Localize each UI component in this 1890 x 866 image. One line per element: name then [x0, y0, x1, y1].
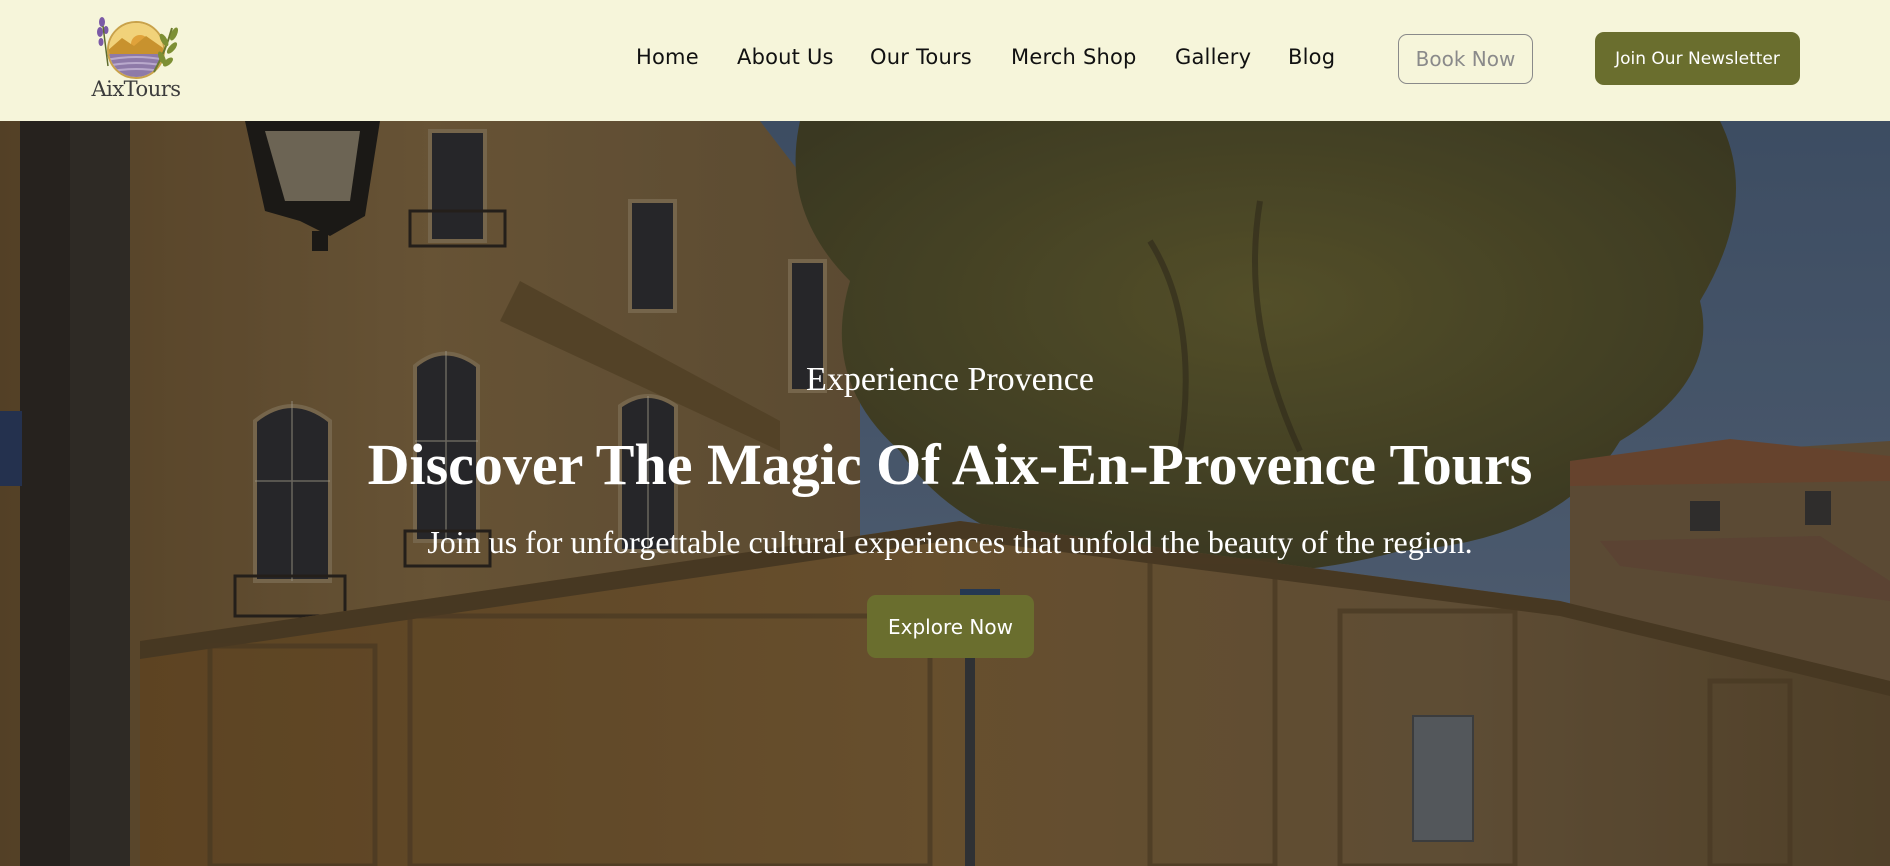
nav-link-home[interactable]: Home: [636, 45, 699, 69]
hero-title: Discover The Magic Of Aix-En-Provence To…: [367, 432, 1533, 497]
nav-link-about-us[interactable]: About Us: [737, 45, 834, 69]
explore-now-button[interactable]: Explore Now: [867, 595, 1034, 658]
nav-link-gallery[interactable]: Gallery: [1175, 45, 1251, 69]
join-newsletter-button[interactable]: Join Our Newsletter: [1595, 32, 1800, 85]
nav-link-merch-shop[interactable]: Merch Shop: [1011, 45, 1137, 69]
nav-link-our-tours[interactable]: Our Tours: [870, 45, 972, 69]
hero-section: Experience Provence Discover The Magic O…: [0, 121, 1890, 866]
hero-eyebrow: Experience Provence: [806, 361, 1094, 398]
site-header: AixTours Home About Us Our Tours Merch S…: [0, 0, 1890, 121]
nav-link-blog[interactable]: Blog: [1288, 45, 1335, 69]
hero-subtitle: Join us for unforgettable cultural exper…: [427, 524, 1473, 560]
book-now-button[interactable]: Book Now: [1398, 34, 1533, 84]
